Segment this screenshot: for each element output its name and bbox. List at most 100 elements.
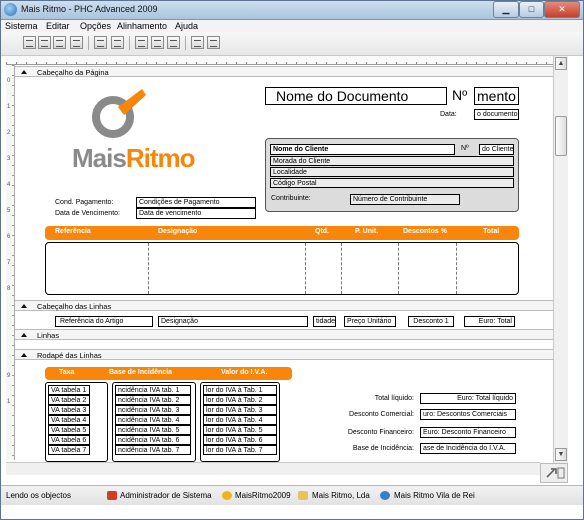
collapse-icon[interactable] <box>21 304 27 308</box>
due-date-label: Data de Vencimento: <box>55 210 120 217</box>
send-back-icon[interactable] <box>207 36 220 49</box>
line-field-designation[interactable]: Designação <box>158 316 308 327</box>
space-vertical-icon[interactable] <box>111 36 124 49</box>
branch-icon <box>380 491 390 500</box>
scroll-down-icon[interactable]: ▼ <box>555 448 567 461</box>
contributor-label: Contribuinte: <box>271 195 311 202</box>
vat-rate-field[interactable]: VA tabela 3 <box>48 405 90 415</box>
database-icon <box>222 491 232 500</box>
base-incidencia-label: Base de Incidência: <box>352 445 414 452</box>
menu-editar[interactable]: Editar <box>46 21 70 31</box>
line-field-discount[interactable]: Desconto 1 <box>408 316 454 327</box>
scroll-up-icon[interactable]: ▲ <box>555 57 567 70</box>
vat-value-field[interactable]: lor do IVA à Tab. 7 <box>203 445 277 455</box>
close-button[interactable]: ✕ <box>544 1 580 18</box>
vat-value-field[interactable]: lor do IVA à Tab. 1 <box>203 385 277 395</box>
collapse-icon[interactable] <box>21 353 27 357</box>
menu-ajuda[interactable]: Ajuda <box>175 21 198 31</box>
vat-base-field[interactable]: ncidência IVA tab. 4 <box>115 415 191 425</box>
bring-front-icon[interactable] <box>191 36 204 49</box>
vat-base-field[interactable]: ncidência IVA tab. 3 <box>115 405 191 415</box>
lines-box <box>45 242 519 295</box>
vat-column-header: Taxa Base de Incidência Valor do I.V.A. <box>45 367 292 380</box>
toolbar-separator <box>129 36 130 50</box>
totals-panel: Total líquido: Euro: Total líquido Desco… <box>300 392 518 462</box>
client-locality-field[interactable]: Localidade <box>270 167 514 177</box>
line-field-quantity[interactable]: tidade <box>313 316 336 327</box>
line-field-unit-price[interactable]: Preço Unitário <box>344 316 396 327</box>
client-number-field[interactable]: do Cliente <box>479 144 514 155</box>
date-field[interactable]: o documento <box>474 109 519 120</box>
section-lines-header[interactable]: Cabeçalho das Linhas <box>15 300 553 311</box>
payment-cond-field[interactable]: Condições de Pagamento <box>136 197 256 208</box>
window-title: Mais Ritmo - PHC Advanced 2009 <box>21 4 158 14</box>
vat-rate-field[interactable]: VA tabela 6 <box>48 435 90 445</box>
client-number-label: Nº <box>461 145 469 152</box>
vat-base-field[interactable]: ncidência IVA tab. 2 <box>115 395 191 405</box>
col-base-incidencia: Base de Incidência <box>109 369 173 376</box>
vat-base-field[interactable]: ncidência IVA tab. 7 <box>115 445 191 455</box>
vat-base-field[interactable]: ncidência IVA tab. 1 <box>115 385 191 395</box>
scroll-thumb[interactable] <box>555 116 567 156</box>
vertical-scrollbar[interactable]: ▲ ▼ <box>553 56 568 463</box>
vat-rate-field[interactable]: VA tabela 5 <box>48 425 90 435</box>
column-divider <box>398 243 399 294</box>
same-height-icon[interactable] <box>151 36 164 49</box>
vat-value-field[interactable]: lor do IVA à Tab. 5 <box>203 425 277 435</box>
ruler-number: 1 <box>7 399 11 405</box>
tools-icon[interactable] <box>540 463 568 483</box>
maximize-button[interactable]: □ <box>519 1 544 18</box>
vat-rate-field[interactable]: VA tabela 1 <box>48 385 90 395</box>
menu-alinhamento[interactable]: Alinhamento <box>117 21 167 31</box>
date-label: Data: <box>440 111 457 118</box>
desconto-financeiro-label: Desconto Financeiro: <box>347 429 414 436</box>
vat-value-field[interactable]: lor do IVA à Tab. 4 <box>203 415 277 425</box>
toolbar-separator <box>185 36 186 50</box>
menu-bar: Sistema Editar Opções Alinhamento Ajuda <box>0 20 584 32</box>
same-width-icon[interactable] <box>135 36 148 49</box>
collapse-icon[interactable] <box>21 333 27 337</box>
due-date-field[interactable]: Data de vencimento <box>136 208 256 219</box>
vat-value-field[interactable]: lor do IVA à Tab. 2 <box>203 395 277 405</box>
vat-value-field[interactable]: lor do IVA à Tab. 6 <box>203 435 277 445</box>
document-name-field[interactable]: Nome do Documento <box>265 87 447 105</box>
vat-value-field[interactable]: lor do IVA à Tab. 3 <box>203 405 277 415</box>
line-field-total[interactable]: Euro: Total <box>464 316 515 327</box>
client-name-field[interactable]: Nome do Cliente <box>270 144 455 155</box>
section-title: Cabeçalho das Linhas <box>37 302 112 311</box>
total-liquido-label: Total líquido: <box>374 395 414 402</box>
total-liquido-field[interactable]: Euro: Total líquido <box>420 393 516 404</box>
ruler-number: 9 <box>7 373 11 379</box>
menu-sistema[interactable]: Sistema <box>5 21 38 31</box>
vat-rate-field[interactable]: VA tabela 4 <box>48 415 90 425</box>
align-bottom-icon[interactable] <box>70 36 83 49</box>
horizontal-scrollbar[interactable] <box>6 462 540 475</box>
vat-base-field[interactable]: ncidência IVA tab. 5 <box>115 425 191 435</box>
section-lines-footer[interactable]: Rodapé das Linhas <box>15 349 553 360</box>
client-address-field[interactable]: Morada do Cliente <box>270 156 514 166</box>
align-right-icon[interactable] <box>53 36 66 49</box>
space-horizontal-icon[interactable] <box>94 36 107 49</box>
ruler-number: 1 <box>7 104 11 110</box>
col-designacao: Designação <box>158 228 198 235</box>
contributor-field[interactable]: Número de Contribuinte <box>350 194 460 205</box>
section-page-header[interactable]: Cabeçalho da Página <box>15 66 553 77</box>
align-left-icon[interactable] <box>23 36 36 49</box>
document-number-field[interactable]: mento <box>474 87 519 105</box>
section-lines[interactable]: Linhas <box>15 329 553 340</box>
same-size-icon[interactable] <box>167 36 180 49</box>
base-incidencia-field[interactable]: ase de Incidência do I.V.A. <box>420 443 516 454</box>
minimize-button[interactable]: ▁ <box>493 1 519 18</box>
align-center-icon[interactable] <box>38 36 51 49</box>
vat-rate-field[interactable]: VA tabela 2 <box>48 395 90 405</box>
line-field-reference[interactable]: Referência do Artigo <box>55 316 153 327</box>
company-logo: MaisRitmo <box>70 85 210 175</box>
client-postcode-field[interactable]: Código Postal <box>270 178 514 188</box>
desconto-comercial-field[interactable]: uro: Descontos Comerciais <box>420 409 516 420</box>
menu-opcoes[interactable]: Opções <box>80 21 111 31</box>
vat-base-field[interactable]: ncidência IVA tab. 6 <box>115 435 191 445</box>
vat-rate-field[interactable]: VA tabela 7 <box>48 445 90 455</box>
collapse-icon[interactable] <box>21 70 27 74</box>
ruler-number: 4 <box>7 182 11 188</box>
desconto-financeiro-field[interactable]: Euro: Desconto Financeiro <box>420 427 516 438</box>
